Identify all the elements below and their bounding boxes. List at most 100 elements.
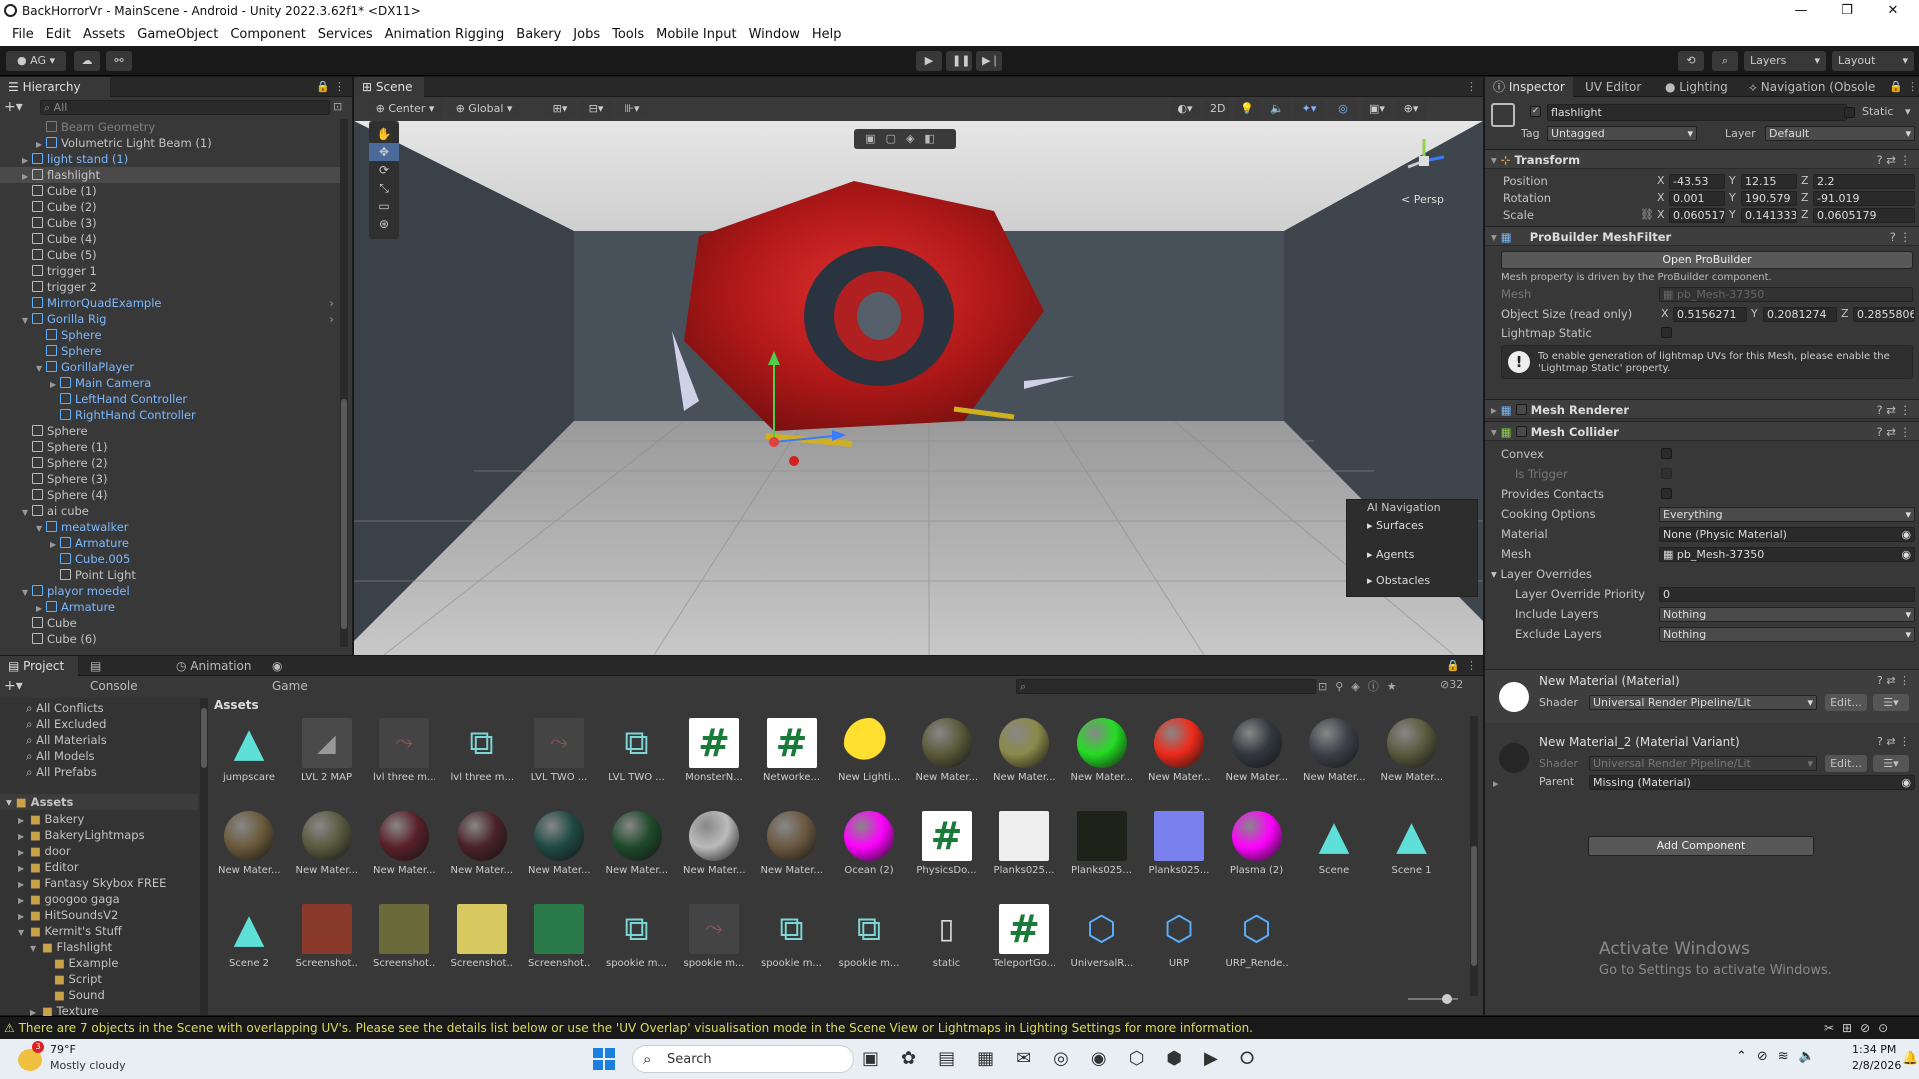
material2-parent-field[interactable]: Missing (Material) ◉ — [1589, 775, 1915, 790]
material1-edit-button[interactable]: Edit... — [1825, 694, 1867, 711]
scale-tool-icon[interactable]: ⤡ — [369, 179, 399, 197]
toggle-2d-button[interactable]: 2D — [1204, 99, 1230, 119]
favorite-search[interactable]: ⌕ All Models — [26, 748, 95, 764]
camera-icon[interactable]: ▣▾ — [1362, 99, 1392, 119]
hierarchy-row[interactable]: Beam Geometry — [0, 119, 340, 135]
layer-dropdown[interactable]: Default ▾ — [1765, 126, 1915, 141]
tag-dropdown[interactable]: Untagged ▾ — [1547, 126, 1697, 141]
rect-tool-icon[interactable]: ▭ — [369, 197, 399, 215]
asset-item[interactable]: New Mater... — [683, 811, 745, 876]
collab-icon[interactable]: ⚯ — [106, 51, 132, 71]
folder-item[interactable]: ▼ ■ Flashlight — [30, 939, 112, 955]
material1-list-icon[interactable]: ☰▾ — [1873, 694, 1909, 711]
tab-game[interactable]: ◉ Game — [264, 656, 328, 693]
folder-item[interactable]: ▶ ■ door — [18, 843, 71, 859]
menu-item-help[interactable]: Help — [806, 24, 848, 46]
layout-dropdown[interactable]: Layout ▾ — [1832, 51, 1914, 71]
component-actions[interactable]: ? ⇄ ⋮ — [1877, 735, 1910, 748]
asset-item[interactable]: New Mater... — [1148, 718, 1210, 783]
probuilder-mode-icons[interactable]: ▣▢◈◧ — [854, 129, 956, 149]
snap-increment-icon[interactable]: ⊟▾ — [580, 99, 612, 119]
menu-item-file[interactable]: File — [6, 24, 40, 46]
tray-icons[interactable]: ⌃⊘≋🔈 — [1736, 1049, 1825, 1064]
move-tool-icon[interactable]: ✥ — [369, 143, 399, 161]
hierarchy-row[interactable]: ▶ light stand (1) — [0, 151, 340, 167]
hierarchy-row[interactable]: ▼ GorillaPlayer — [0, 359, 340, 375]
hierarchy-row[interactable]: Sphere (2) — [0, 455, 340, 471]
asset-item[interactable]: ⧉ spookie m... — [761, 904, 823, 969]
folder-item[interactable]: ▶ ■ Fantasy Skybox FREE — [18, 875, 166, 891]
mesh-renderer-header[interactable]: ▸ ▦ Mesh Renderer ? ⇄ ⋮ — [1485, 399, 1919, 419]
tab-animation[interactable]: ◷ Animation — [168, 656, 260, 676]
grid-snap-icon[interactable]: ⊞▾ — [544, 99, 576, 119]
object-name-input[interactable]: flashlight — [1547, 104, 1847, 121]
play-button[interactable]: ▶ — [916, 51, 942, 71]
override-priority-field[interactable]: 0 — [1659, 587, 1915, 602]
hierarchy-row[interactable]: Cube (4) — [0, 231, 340, 247]
mesh-collider-checkbox[interactable] — [1515, 426, 1527, 437]
hierarchy-row[interactable]: trigger 2 — [0, 279, 340, 295]
menu-item-bakery[interactable]: Bakery — [510, 24, 567, 46]
rotation-y-field[interactable]: 190.579 — [1741, 191, 1797, 206]
asset-item[interactable]: ▲ Scene 1 — [1381, 811, 1443, 876]
convex-checkbox[interactable] — [1661, 448, 1672, 459]
chevron-right-icon[interactable]: › — [329, 295, 334, 311]
transform-header[interactable]: ▾ ⊹ Transform ? ⇄ ⋮ — [1485, 149, 1919, 169]
material2-list-icon[interactable]: ☰▾ — [1873, 755, 1909, 772]
hierarchy-row[interactable]: Cube.005 — [0, 551, 340, 567]
menu-item-window[interactable]: Window — [743, 24, 806, 46]
project-filter-icons[interactable]: ⊡⚲◈ⓘ★ — [1318, 678, 1405, 694]
exclude-layers-dropdown[interactable]: Nothing ▾ — [1659, 627, 1915, 642]
tab-project[interactable]: ▤ Project — [0, 656, 78, 676]
hierarchy-row[interactable]: ▼ playor moedel — [0, 583, 340, 599]
rotation-z-field[interactable]: -91.019 — [1813, 191, 1915, 206]
asset-item[interactable]: Planks025... — [1148, 811, 1210, 876]
collider-mesh-field[interactable]: ▦ pb_Mesh-37350 ◉ — [1659, 547, 1915, 562]
component-actions[interactable]: ? ⇄ ⋮ — [1877, 674, 1910, 687]
asset-item[interactable]: Screenshot... — [296, 904, 358, 969]
scale-y-field[interactable]: 0.1413337 — [1741, 208, 1797, 223]
more-icon[interactable]: ⋮ — [1907, 80, 1918, 93]
rotation-x-field[interactable]: 0.001 — [1669, 191, 1725, 206]
hierarchy-row[interactable]: Sphere — [0, 327, 340, 343]
status-bar[interactable]: ⚠ There are 7 objects in the Scene with … — [0, 1016, 1919, 1038]
tab-hierarchy[interactable]: ☰ Hierarchy — [0, 77, 110, 97]
transform-tool-icon[interactable]: ⊛ — [369, 215, 399, 233]
asset-item[interactable]: ▲ Scene 2 — [218, 904, 280, 969]
asset-item[interactable]: # MonsterN... — [683, 718, 745, 783]
menu-item-assets[interactable]: Assets — [77, 24, 131, 46]
position-z-field[interactable]: 2.2 — [1813, 174, 1915, 189]
hierarchy-row[interactable]: MirrorQuadExample › — [0, 295, 340, 311]
hierarchy-row[interactable]: ▶ flashlight — [0, 167, 340, 183]
asset-item[interactable]: New Lighti... — [838, 718, 900, 783]
component-actions[interactable]: ? ⇄ ⋮ — [1876, 150, 1911, 170]
space-dropdown[interactable]: ⊕ Global ▾ — [448, 99, 520, 119]
asset-item[interactable]: ⧉ spookie m... — [606, 904, 668, 969]
tree-scrollbar[interactable] — [200, 698, 208, 1015]
hierarchy-row[interactable]: Cube (1) — [0, 183, 340, 199]
asset-item[interactable]: ⬡ URP_Rende... — [1226, 904, 1288, 969]
lock-icon[interactable]: 🔒 — [316, 80, 330, 93]
menu-item-edit[interactable]: Edit — [40, 24, 77, 46]
zoom-slider[interactable] — [1408, 994, 1458, 1004]
ruler-icon[interactable]: ⊪▾ — [616, 99, 648, 119]
close-button[interactable]: ✕ — [1870, 0, 1916, 24]
rotate-tool-icon[interactable]: ⟳ — [369, 161, 399, 179]
asset-item[interactable]: ⧉ LVL TWO ... — [606, 718, 668, 783]
asset-item[interactable]: # Networke... — [761, 718, 823, 783]
position-y-field[interactable]: 12.15 — [1741, 174, 1797, 189]
menu-item-animation-rigging[interactable]: Animation Rigging — [379, 24, 511, 46]
scale-x-field[interactable]: 0.0605179 — [1669, 208, 1725, 223]
asset-item[interactable]: ▲ jumpscare — [218, 718, 280, 783]
asset-item[interactable]: Plasma (2) — [1226, 811, 1288, 876]
create-asset-icon[interactable]: +▾ — [4, 678, 23, 694]
hierarchy-row[interactable]: Cube (2) — [0, 199, 340, 215]
add-icon[interactable]: +▾ — [4, 99, 23, 115]
hierarchy-row[interactable]: ▶ Armature — [0, 599, 340, 615]
more-icon[interactable]: ⋮ — [1466, 80, 1477, 93]
perspective-label[interactable]: < Persp — [1401, 193, 1444, 206]
scale-z-field[interactable]: 0.0605179 — [1813, 208, 1915, 223]
lock-icon[interactable]: 🔒 — [1446, 659, 1460, 672]
favorite-search[interactable]: ⌕ All Materials — [26, 732, 107, 748]
search-icon[interactable]: ⌕ — [1712, 51, 1738, 71]
